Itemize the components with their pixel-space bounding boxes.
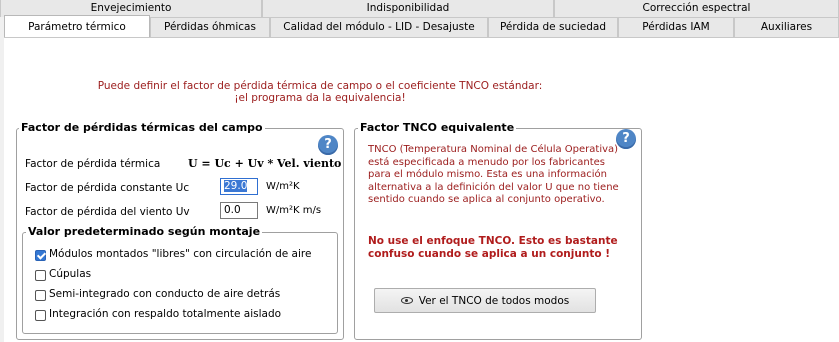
thermal-loss-title: Factor de pérdidas térmicas del campo bbox=[19, 121, 265, 134]
option-cupulas-label[interactable]: Cúpulas bbox=[49, 268, 91, 280]
eye-icon bbox=[400, 297, 413, 304]
tab-perdidas-ohmicas[interactable]: Pérdidas óhmicas bbox=[150, 17, 270, 37]
tab-perdidas-iam[interactable]: Pérdidas IAM bbox=[618, 17, 734, 37]
intro-line-2: ¡el programa da la equivalencia! bbox=[234, 92, 406, 104]
uc-unit: W/m²K bbox=[266, 181, 300, 192]
tnco-warning: No use el enfoque TNCO. Esto es bastante… bbox=[368, 235, 618, 261]
tab-auxiliares[interactable]: Auxiliares bbox=[734, 17, 839, 37]
tab-perdida-suciedad[interactable]: Pérdida de suciedad bbox=[488, 17, 618, 37]
show-tnco-button-label: Ver el TNCO de todos modos bbox=[418, 294, 570, 307]
mounting-defaults-title: Valor predeterminado según montaje bbox=[26, 225, 263, 238]
uc-value: 29.0 bbox=[224, 180, 248, 192]
tab-calidad-modulo[interactable]: Calidad del módulo - LID - Desajuste bbox=[270, 17, 488, 37]
tab-correccion-espectral[interactable]: Corrección espectral bbox=[554, 0, 839, 18]
checkbox-libres[interactable] bbox=[35, 250, 46, 261]
tnco-warning-line: No use el enfoque TNCO. Esto es bastante bbox=[368, 235, 618, 247]
tnco-info-line: TNCO (Temperatura Nominal de Célula Oper… bbox=[368, 144, 619, 155]
checkbox-cupulas[interactable] bbox=[35, 270, 46, 281]
tab-parametro-termico[interactable]: Parámetro térmico bbox=[4, 15, 150, 37]
thermal-factor-label: Factor de pérdida térmica bbox=[25, 158, 161, 170]
option-semi-integrado-label[interactable]: Semi-integrado con conducto de aire detr… bbox=[49, 288, 280, 300]
tnco-info-line: sentido cuando se aplica al conjunto ope… bbox=[368, 194, 605, 205]
option-libres-label[interactable]: Módulos montados "libres" con circulació… bbox=[49, 248, 311, 260]
intro-text: Puede definir el factor de pérdida térmi… bbox=[0, 80, 640, 104]
tnco-info-line: está especificada a menudo por los fabri… bbox=[368, 156, 606, 168]
tab-indisponibilidad[interactable]: Indisponibilidad bbox=[262, 0, 554, 18]
thermal-formula: U = Uc + Uv * Vel. viento bbox=[188, 157, 342, 170]
uv-label: Factor de pérdida del viento Uv bbox=[25, 206, 190, 218]
uc-input[interactable]: 29.0 bbox=[220, 178, 258, 195]
checkbox-integracion[interactable] bbox=[35, 310, 46, 321]
help-icon[interactable]: ? bbox=[616, 129, 636, 149]
uv-unit: W/m²K m/s bbox=[266, 205, 322, 216]
tnco-warning-line: confuso cuando se aplica a un conjunto ! bbox=[368, 248, 610, 260]
tab-row-bottom: Parámetro térmico Pérdidas óhmicas Calid… bbox=[0, 15, 839, 37]
show-tnco-button[interactable]: Ver el TNCO de todos modos bbox=[374, 288, 596, 313]
uc-label: Factor de pérdida constante Uc bbox=[25, 182, 190, 194]
option-integracion-label[interactable]: Integración con respaldo totalmente aisl… bbox=[49, 308, 281, 320]
tnco-info-line: alternativa a la definición del valor U … bbox=[368, 181, 619, 193]
tnco-info-text: TNCO (Temperatura Nominal de Célula Oper… bbox=[368, 144, 619, 207]
tnco-title: Factor TNCO equivalente bbox=[358, 121, 517, 134]
uv-input[interactable]: 0.0 bbox=[220, 202, 258, 219]
checkbox-semi-integrado[interactable] bbox=[35, 290, 46, 301]
tnco-info-line: para el módulo mismo. Esta es una inform… bbox=[368, 169, 607, 180]
help-icon[interactable]: ? bbox=[318, 135, 338, 155]
uv-value: 0.0 bbox=[224, 204, 241, 216]
intro-line-1: Puede definir el factor de pérdida térmi… bbox=[97, 80, 543, 92]
